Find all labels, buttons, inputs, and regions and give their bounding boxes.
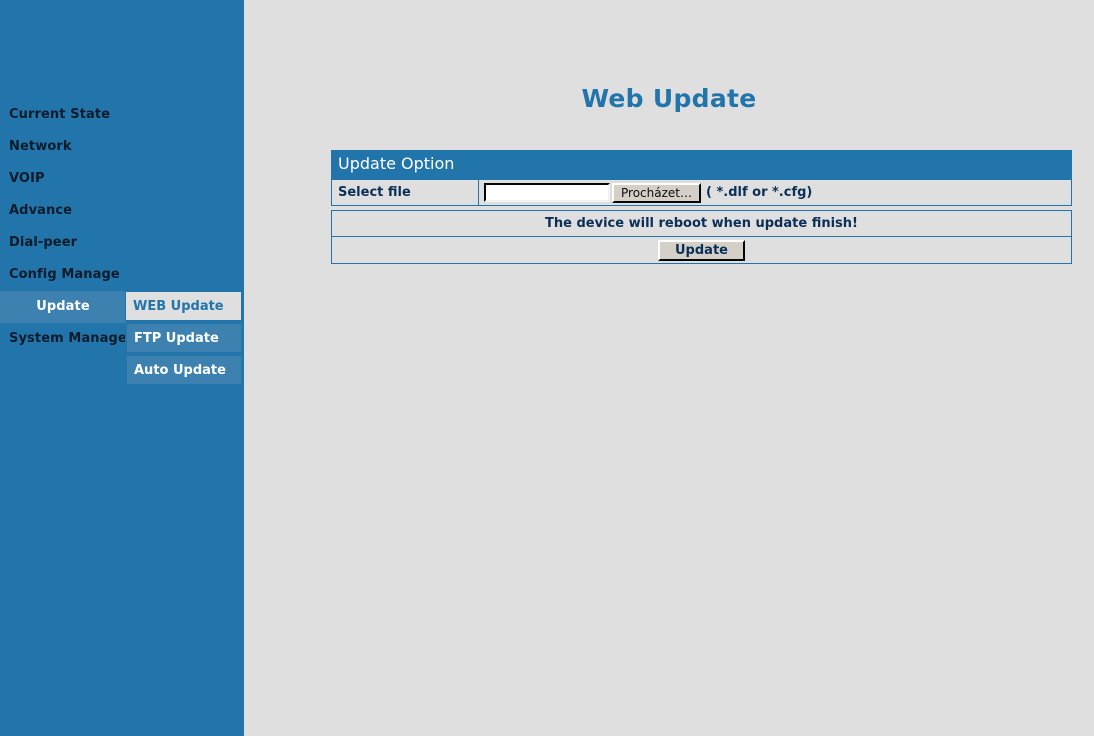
sidebar-item-label: System Manage xyxy=(9,331,127,346)
sidebar-item-update[interactable]: Update xyxy=(0,291,126,323)
sidebar-item-dial-peer[interactable]: Dial-peer xyxy=(0,227,126,259)
update-action-cell: Update xyxy=(332,237,1071,263)
sidebar-subitem-auto-update[interactable]: Auto Update xyxy=(125,355,242,385)
sidebar-item-label: Update xyxy=(36,299,90,314)
file-type-hint: ( *.dlf or *.cfg) xyxy=(705,185,813,200)
select-file-row: Select file Procházet… ( *.dlf or *.cfg) xyxy=(331,179,1072,206)
sidebar-item-label: Dial-peer xyxy=(9,235,78,250)
main-content: Web Update Update Option Select file Pro… xyxy=(244,0,1094,736)
browse-button[interactable]: Procházet… xyxy=(612,182,701,203)
sidebar-item-label: Current State xyxy=(9,107,111,122)
sidebar-item-label: Config Manage xyxy=(9,267,120,282)
sidebar-item-current-state[interactable]: Current State xyxy=(0,99,126,131)
sidebar-item-voip[interactable]: VOIP xyxy=(0,163,126,195)
panel-header: Update Option xyxy=(331,150,1072,179)
update-button[interactable]: Update xyxy=(658,239,745,261)
page-title: Web Update xyxy=(581,84,757,113)
reboot-notice-row: The device will reboot when update finis… xyxy=(331,210,1072,237)
sidebar-item-label: Network xyxy=(9,139,72,154)
sidebar-item-label: Advance xyxy=(9,203,73,218)
sidebar-subitem-label: FTP Update xyxy=(134,331,219,346)
sidebar-item-advance[interactable]: Advance xyxy=(0,195,126,227)
file-path-input[interactable] xyxy=(484,183,610,202)
sidebar-item-network[interactable]: Network xyxy=(0,131,126,163)
sidebar: Current State Network VOIP Advance Dial-… xyxy=(0,0,244,736)
select-file-field-cell: Procházet… ( *.dlf or *.cfg) xyxy=(479,180,1071,205)
page-root: Current State Network VOIP Advance Dial-… xyxy=(0,0,1094,736)
update-action-row: Update xyxy=(331,237,1072,264)
sidebar-subitem-web-update[interactable]: WEB Update xyxy=(125,291,242,321)
select-file-label: Select file xyxy=(332,180,479,205)
sidebar-subitem-ftp-update[interactable]: FTP Update xyxy=(125,323,242,353)
sidebar-subitem-label: WEB Update xyxy=(133,299,224,314)
sidebar-item-config-manage[interactable]: Config Manage xyxy=(0,259,126,291)
sidebar-item-label: VOIP xyxy=(9,171,45,186)
sidebar-subitem-label: Auto Update xyxy=(134,363,226,378)
update-option-panel: Update Option Select file Procházet… ( *… xyxy=(331,150,1072,264)
reboot-notice-text: The device will reboot when update finis… xyxy=(545,216,858,231)
sidebar-item-system-manage[interactable]: System Manage xyxy=(0,323,127,355)
